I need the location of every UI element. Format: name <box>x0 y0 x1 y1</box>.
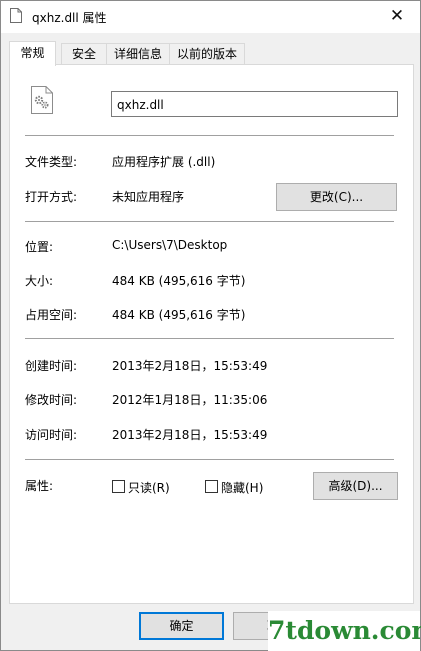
modified-label: 修改时间: <box>25 393 78 407</box>
advanced-button[interactable]: 高级(D)... <box>313 472 398 500</box>
size-on-disk-value: 484 KB (495,616 字节) <box>112 308 246 322</box>
accessed-value: 2013年2月18日，15:53:49 <box>112 428 268 442</box>
properties-window: qxhz.dll 属性 ✕ 常规 安全 详细信息 以前的版本 qxhz.dll … <box>0 0 421 651</box>
separator <box>25 221 394 222</box>
close-icon[interactable]: ✕ <box>374 1 420 33</box>
opens-with-label: 打开方式: <box>25 190 78 204</box>
tab-previous-versions[interactable]: 以前的版本 <box>169 43 245 64</box>
opens-with-value: 未知应用程序 <box>112 190 185 204</box>
hidden-checkbox[interactable] <box>205 480 218 493</box>
created-value: 2013年2月18日，15:53:49 <box>112 359 268 373</box>
location-label: 位置: <box>25 240 54 254</box>
modified-value: 2012年1月18日，11:35:06 <box>112 393 268 407</box>
location-value: C:\Users\7\Desktop <box>112 238 228 252</box>
file-type-label: 文件类型: <box>25 155 78 169</box>
ok-button[interactable]: 确定 <box>139 612 224 640</box>
dll-gear-file-icon <box>31 86 53 114</box>
hidden-label[interactable]: 隐藏(H) <box>221 479 263 496</box>
tab-details[interactable]: 详细信息 <box>106 43 170 64</box>
tab-security[interactable]: 安全 <box>61 43 107 64</box>
title-bar: qxhz.dll 属性 ✕ <box>1 1 420 33</box>
readonly-label[interactable]: 只读(R) <box>128 479 170 496</box>
created-label: 创建时间: <box>25 359 78 373</box>
tab-general[interactable]: 常规 <box>9 41 56 66</box>
accessed-label: 访问时间: <box>25 428 78 442</box>
window-title: qxhz.dll 属性 <box>32 11 107 25</box>
site-watermark: 7tdown.com <box>268 611 421 651</box>
separator <box>25 338 394 339</box>
attributes-label: 属性: <box>25 479 54 493</box>
document-icon <box>10 8 22 23</box>
separator <box>25 459 394 460</box>
change-button[interactable]: 更改(C)... <box>276 183 397 211</box>
general-panel: qxhz.dll 文件类型: 应用程序扩展 (.dll) 打开方式: 未知应用程… <box>9 64 414 604</box>
file-name-field[interactable]: qxhz.dll <box>111 91 398 117</box>
file-type-value: 应用程序扩展 (.dll) <box>112 155 216 169</box>
readonly-checkbox[interactable] <box>112 480 125 493</box>
size-label: 大小: <box>25 274 54 288</box>
size-on-disk-label: 占用空间: <box>25 308 78 322</box>
size-value: 484 KB (495,616 字节) <box>112 274 246 288</box>
separator <box>25 135 394 136</box>
